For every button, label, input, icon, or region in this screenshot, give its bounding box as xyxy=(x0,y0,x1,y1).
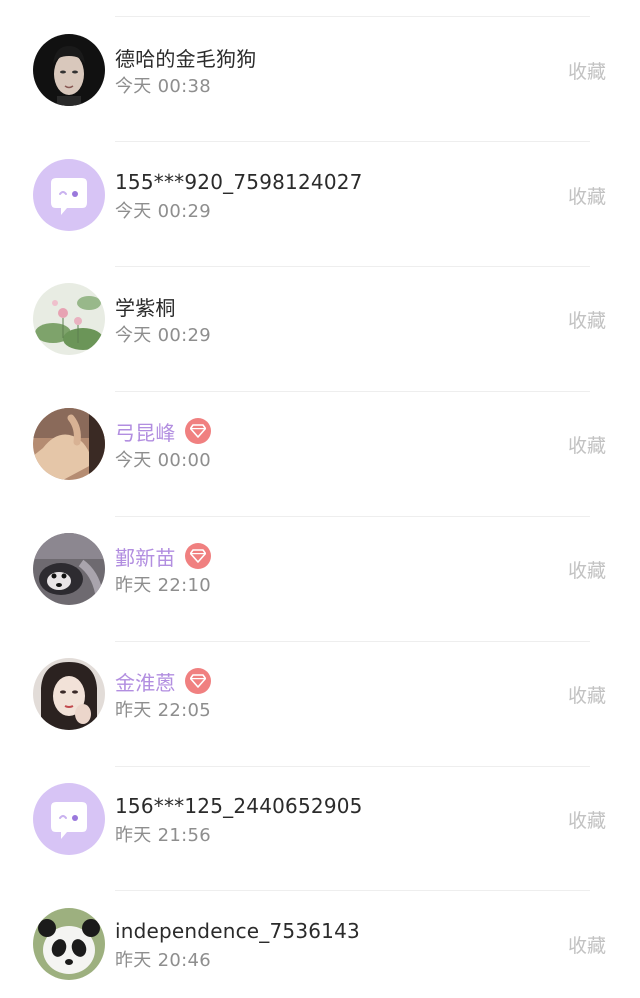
favorite-button[interactable]: 收藏 xyxy=(568,431,606,458)
avatar-woman-portrait[interactable] xyxy=(33,658,105,730)
contact-name: 鄞新苗 xyxy=(115,545,176,570)
contact-time: 今天 00:29 xyxy=(115,325,211,346)
contact-time: 昨天 22:10 xyxy=(115,575,211,596)
avatar-man-portrait[interactable] xyxy=(33,34,105,106)
favorite-button[interactable]: 收藏 xyxy=(568,556,606,583)
favorite-button[interactable]: 收藏 xyxy=(568,681,606,708)
contact-time: 昨天 20:46 xyxy=(115,950,211,971)
contact-row[interactable]: 鄞新苗 昨天 22:10 收藏 xyxy=(0,499,640,623)
contact-time: 昨天 21:56 xyxy=(115,825,211,846)
avatar-chat-bubble-default[interactable] xyxy=(33,159,105,231)
contact-time: 今天 00:00 xyxy=(115,450,211,471)
contact-name: 金淮蒽 xyxy=(115,670,176,695)
favorite-button[interactable]: 收藏 xyxy=(568,306,606,333)
favorite-button[interactable]: 收藏 xyxy=(568,806,606,833)
contact-row[interactable]: 155***920_7598124027 今天 00:29 收藏 xyxy=(0,125,640,249)
avatar-chat-bubble-default[interactable] xyxy=(33,783,105,855)
contact-name: 弓昆峰 xyxy=(115,420,176,445)
diamond-icon xyxy=(184,418,211,444)
contact-row[interactable]: independence_7536143 昨天 20:46 收藏 xyxy=(0,874,640,998)
contact-name: 学紫桐 xyxy=(115,295,176,320)
contact-row[interactable]: 学紫桐 今天 00:29 收藏 xyxy=(0,249,640,373)
avatar-lotus-painting[interactable] xyxy=(33,283,105,355)
favorite-button[interactable]: 收藏 xyxy=(568,182,606,209)
contact-time: 今天 00:29 xyxy=(115,201,211,222)
contact-name: 155***920_7598124027 xyxy=(115,170,363,194)
contact-time: 今天 00:38 xyxy=(115,76,211,97)
contact-time: 昨天 22:05 xyxy=(115,700,211,721)
contact-name: independence_7536143 xyxy=(115,919,360,943)
favorite-button[interactable]: 收藏 xyxy=(568,931,606,958)
avatar-hand-photo[interactable] xyxy=(33,408,105,480)
diamond-icon xyxy=(184,668,211,694)
contact-name: 德哈的金毛狗狗 xyxy=(115,46,257,71)
diamond-icon xyxy=(184,543,211,569)
avatar-panda-photo[interactable] xyxy=(33,908,105,980)
avatar-dog-photo[interactable] xyxy=(33,533,105,605)
favorite-button[interactable]: 收藏 xyxy=(568,57,606,84)
contact-row[interactable]: 弓昆峰 今天 00:00 收藏 xyxy=(0,374,640,498)
contact-row[interactable]: 金淮蒽 昨天 22:05 收藏 xyxy=(0,624,640,748)
contact-row[interactable]: 156***125_2440652905 昨天 21:56 收藏 xyxy=(0,749,640,873)
contact-row[interactable]: 德哈的金毛狗狗 今天 00:38 收藏 xyxy=(0,0,640,124)
contact-name: 156***125_2440652905 xyxy=(115,794,363,818)
contact-list: 德哈的金毛狗狗 今天 00:38 收藏 155***920_7598124027… xyxy=(0,0,640,987)
